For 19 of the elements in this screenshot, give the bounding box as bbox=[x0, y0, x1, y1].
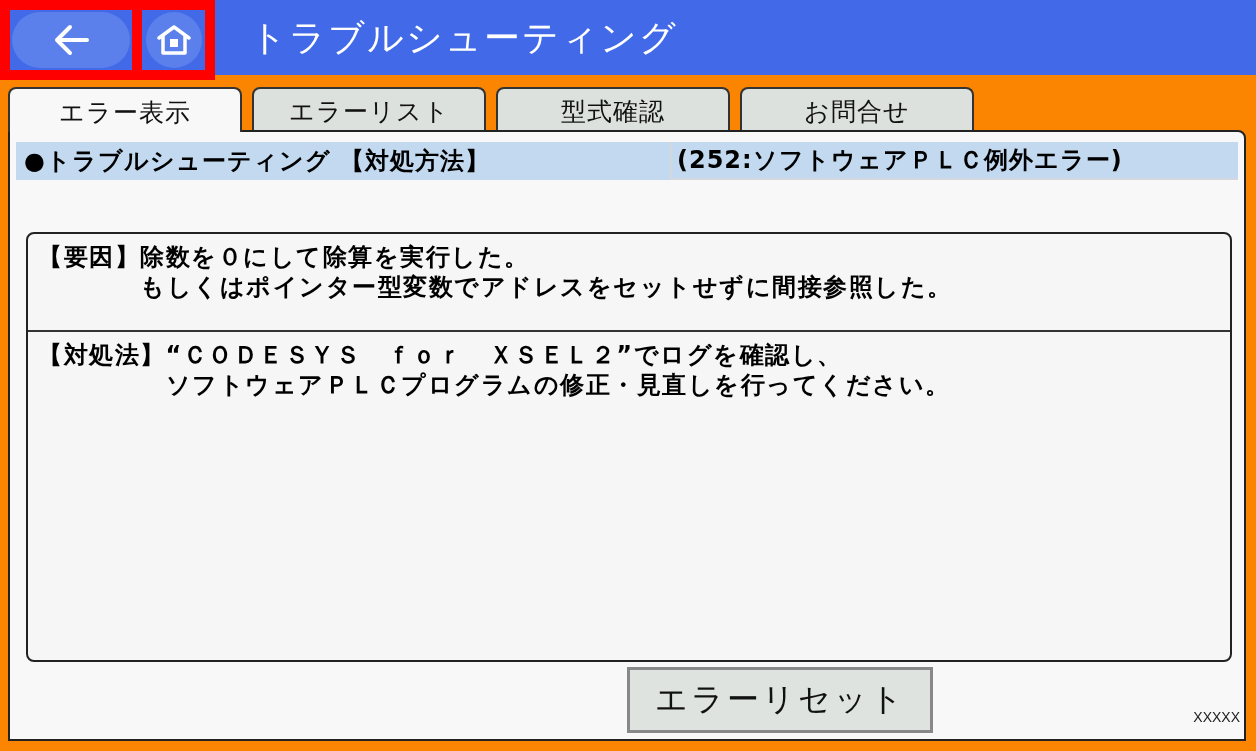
tab[interactable]: エラーリスト bbox=[252, 87, 486, 130]
section-text: もしくはポインター型変数でアドレスをセットせずに間接参照した。 bbox=[140, 272, 953, 302]
screen-title: トラブルシューティング bbox=[250, 16, 678, 60]
back-button[interactable] bbox=[12, 12, 130, 68]
home-button[interactable] bbox=[145, 12, 202, 68]
error-code-label: (252:ソフトウェアＰＬＣ例外エラー) bbox=[670, 142, 1238, 180]
section-text: 除数を０にして除算を実行した。 bbox=[140, 242, 530, 272]
left-arrow-icon bbox=[53, 24, 89, 56]
section-heading: ●トラブルシューティング 【対処方法】 bbox=[16, 142, 670, 180]
section-text: ソフトウェアＰＬＣプログラムの修正・見直しを行ってください。 bbox=[165, 370, 951, 400]
reset-button[interactable]: エラーリセット bbox=[627, 667, 933, 733]
section-label: 【対処法】 bbox=[38, 340, 166, 370]
tab[interactable]: エラー表示 bbox=[8, 87, 242, 132]
section-label: 【要因】 bbox=[38, 242, 140, 272]
section-text: “ＣＯＤＥＳＹＳ ｆｏｒ ＸＳＥＬ２”でログを確認し、 bbox=[165, 340, 843, 370]
house-icon bbox=[156, 25, 191, 55]
corner-text: XXXXX bbox=[1193, 709, 1240, 725]
tab[interactable]: お問合せ bbox=[740, 87, 974, 130]
tab[interactable]: 型式確認 bbox=[496, 87, 730, 130]
